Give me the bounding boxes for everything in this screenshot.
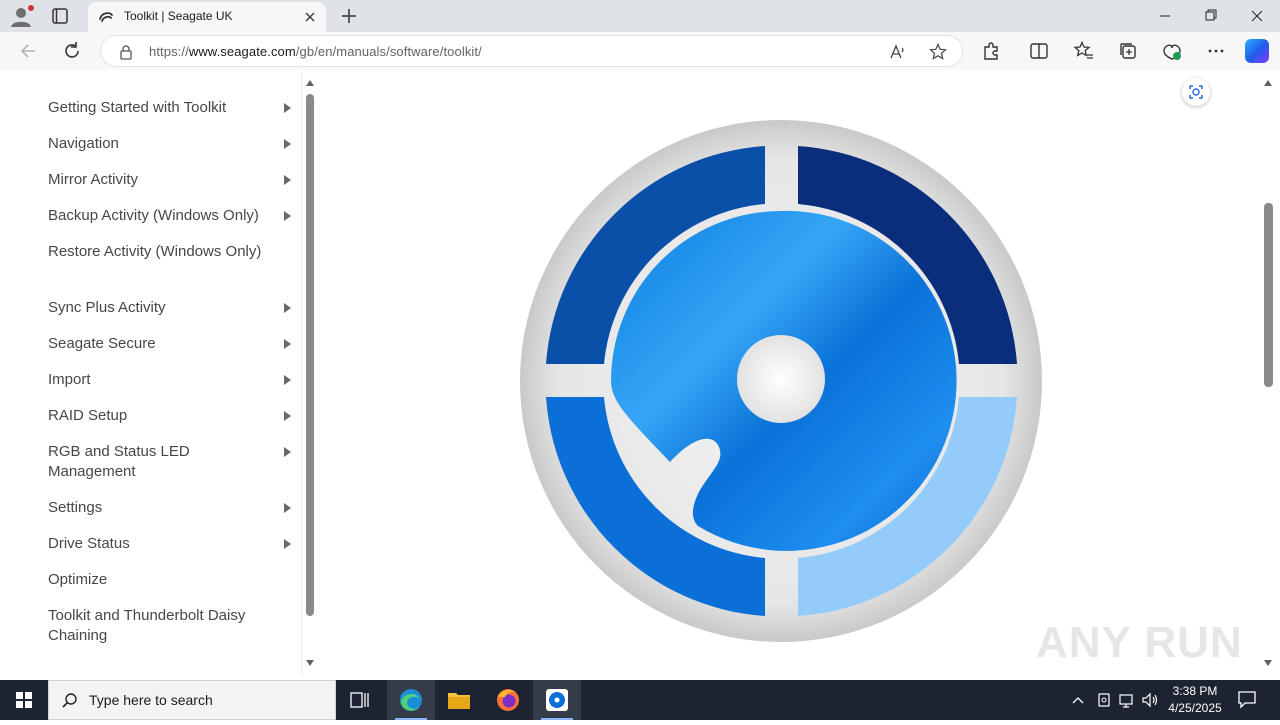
sidebar-item-getting-started[interactable]: Getting Started with Toolkit (48, 98, 278, 118)
expand-arrow-icon[interactable] (284, 411, 291, 421)
edge-taskbar-icon[interactable] (387, 680, 435, 720)
expand-arrow-icon[interactable] (284, 375, 291, 385)
sidebar-item-import[interactable]: Import (48, 370, 278, 390)
page-scroll-down-arrow-icon[interactable] (1264, 660, 1272, 666)
seagate-toolkit-taskbar-icon[interactable] (533, 680, 581, 720)
sidebar-item-rgb-led[interactable]: RGB and Status LED Management (48, 442, 248, 482)
sidebar-item-sync-plus[interactable]: Sync Plus Activity (48, 298, 278, 318)
clock-date: 4/25/2025 (1168, 701, 1222, 715)
expand-arrow-icon[interactable] (284, 175, 291, 185)
new-tab-icon[interactable] (339, 6, 359, 26)
expand-arrow-icon[interactable] (284, 503, 291, 513)
favorite-star-icon[interactable] (929, 43, 947, 61)
sidebar-item-seagate-secure[interactable]: Seagate Secure (48, 334, 278, 354)
tab-actions-icon[interactable] (46, 6, 74, 26)
device-icon[interactable] (1094, 690, 1114, 710)
copilot-icon[interactable] (1245, 39, 1269, 63)
profile-avatar-icon[interactable] (10, 5, 34, 27)
toolkit-logo-image (520, 120, 1042, 642)
sidebar-item-restore-activity[interactable]: Restore Activity (Windows Only) (48, 242, 278, 262)
sidebar-item-backup-activity[interactable]: Backup Activity (Windows Only) (48, 206, 278, 226)
scroll-up-arrow-icon[interactable] (306, 80, 314, 86)
clock-time: 3:38 PM (1172, 684, 1218, 698)
system-clock[interactable]: 3:38 PM 4/25/2025 (1160, 683, 1230, 717)
sidebar-item-drive-status[interactable]: Drive Status (48, 534, 278, 554)
restore-icon[interactable] (1188, 0, 1234, 32)
expand-arrow-icon[interactable] (284, 103, 291, 113)
browser-toolbar: https://www.seagate.com/gb/en/manuals/so… (0, 32, 1280, 70)
notification-center-icon[interactable] (1236, 688, 1258, 710)
manual-sidebar-nav: Getting Started with Toolkit Navigation … (4, 70, 302, 676)
favorites-icon[interactable] (1073, 40, 1095, 62)
extensions-icon[interactable] (980, 40, 1002, 62)
close-window-icon[interactable] (1234, 0, 1280, 32)
expand-arrow-icon[interactable] (284, 539, 291, 549)
expand-arrow-icon[interactable] (284, 339, 291, 349)
split-screen-icon[interactable] (1028, 40, 1050, 62)
logo-hub (737, 335, 825, 423)
taskbar-search-box[interactable]: Type here to search (48, 680, 336, 720)
volume-icon[interactable] (1140, 690, 1160, 710)
active-tab[interactable]: Toolkit | Seagate UK (88, 2, 326, 32)
read-aloud-icon[interactable] (889, 43, 907, 61)
anyrun-watermark: ANY RUN (1036, 610, 1242, 670)
visual-search-icon[interactable] (1182, 78, 1210, 106)
sidebar-scrollbar-thumb[interactable] (306, 94, 314, 616)
windows-taskbar: Type here to search 3:38 PM 4/25/2025 (0, 680, 1280, 720)
sidebar-item-thunderbolt-daisy-chaining[interactable]: Toolkit and Thunderbolt Daisy Chaining (48, 606, 278, 646)
address-bar[interactable]: https://www.seagate.com/gb/en/manuals/so… (100, 35, 963, 67)
expand-arrow-icon[interactable] (284, 139, 291, 149)
refresh-icon[interactable] (61, 40, 83, 62)
close-tab-icon[interactable] (302, 9, 318, 25)
expand-arrow-icon[interactable] (284, 447, 291, 457)
sidebar-item-settings[interactable]: Settings (48, 498, 278, 518)
sidebar-item-optimize[interactable]: Optimize (48, 570, 278, 590)
page-content: Getting Started with Toolkit Navigation … (0, 70, 1280, 680)
seagate-favicon-icon (98, 10, 114, 24)
firefox-icon[interactable] (484, 680, 532, 720)
browser-essentials-icon[interactable] (1161, 40, 1183, 62)
task-view-icon[interactable] (336, 680, 384, 720)
sidebar-item-mirror-activity[interactable]: Mirror Activity (48, 170, 278, 190)
browser-tab-bar: Toolkit | Seagate UK (0, 0, 1280, 32)
collections-icon[interactable] (1117, 40, 1139, 62)
notification-dot-icon (28, 5, 34, 11)
lock-icon[interactable] (119, 44, 133, 60)
page-scrollbar-thumb[interactable] (1264, 203, 1273, 387)
scroll-down-arrow-icon[interactable] (306, 660, 314, 666)
watermark-text: ANY RUN (1036, 618, 1243, 667)
more-options-icon[interactable] (1205, 40, 1227, 62)
url-text[interactable]: https://www.seagate.com/gb/en/manuals/so… (149, 44, 482, 59)
sidebar-item-raid-setup[interactable]: RAID Setup (48, 406, 278, 426)
network-icon[interactable] (1117, 690, 1137, 710)
sidebar-item-navigation[interactable]: Navigation (48, 134, 278, 154)
expand-arrow-icon[interactable] (284, 211, 291, 221)
search-icon (61, 692, 79, 710)
show-hidden-icons-icon[interactable] (1068, 690, 1088, 710)
tab-title: Toolkit | Seagate UK (124, 9, 233, 23)
start-button[interactable] (0, 680, 48, 720)
file-explorer-icon[interactable] (435, 680, 483, 720)
search-placeholder: Type here to search (89, 692, 213, 708)
expand-arrow-icon[interactable] (284, 303, 291, 313)
back-arrow-icon[interactable] (18, 40, 40, 62)
minimize-icon[interactable] (1142, 0, 1188, 32)
page-scroll-up-arrow-icon[interactable] (1264, 80, 1272, 86)
